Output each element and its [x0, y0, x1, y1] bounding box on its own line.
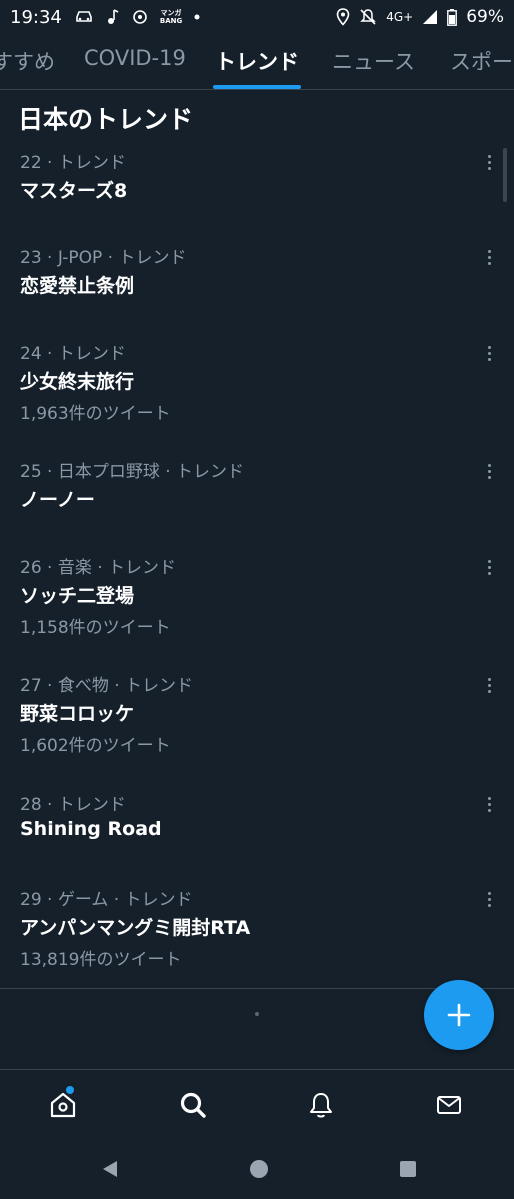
trend-tweet-count: 13,819件のツイート: [20, 950, 182, 970]
music-note-icon: [106, 9, 120, 25]
car-icon: [74, 10, 94, 24]
trend-meta: 25 · 日本プロ野球 · トレンド: [20, 462, 245, 482]
back-icon: [103, 1161, 117, 1177]
trend-item[interactable]: 26 · 音楽 · トレンド ソッチ二登場 1,158件のツイート: [0, 553, 514, 653]
more-options-icon[interactable]: [476, 341, 502, 365]
active-tab-indicator: [213, 85, 301, 89]
manga-badge-line1: マンガ: [160, 9, 182, 17]
trend-meta: 24 · トレンド: [20, 344, 126, 364]
screen: 19:34 マンガ BANG 4G+ 69% すめ COVID-19 トレンド …: [0, 0, 514, 1199]
nav-search[interactable]: [176, 1088, 210, 1122]
trend-tweet-count: 1,602件のツイート: [20, 736, 171, 756]
mail-icon: [437, 1096, 461, 1114]
battery-percent: 69%: [466, 7, 504, 27]
mute-icon: [359, 8, 377, 26]
trend-item[interactable]: 28 · トレンド Shining Road: [0, 790, 514, 870]
back-button[interactable]: [98, 1157, 122, 1181]
tab-news[interactable]: ニュース: [332, 46, 415, 76]
home-icon: [50, 1092, 76, 1118]
notification-dot: [66, 1086, 74, 1094]
status-time: 19:34: [10, 6, 62, 28]
trend-tweet-count: 1,963件のツイート: [20, 404, 171, 424]
explore-tabs: すすめ COVID-19 トレンド ニュース スポー: [0, 34, 514, 90]
trend-item[interactable]: 22 · トレンド マスターズ8: [0, 148, 514, 228]
trend-name: Shining Road: [20, 818, 162, 840]
trend-name: 恋愛禁止条例: [20, 275, 135, 297]
signal-icon: [422, 9, 438, 25]
trend-item[interactable]: 24 · トレンド 少女終末旅行 1,963件のツイート: [0, 339, 514, 439]
nav-messages[interactable]: [432, 1088, 466, 1122]
trend-item[interactable]: 29 · ゲーム · トレンド アンパンマングミ開封RTA 13,819件のツイ…: [0, 885, 514, 985]
nav-notifications[interactable]: [304, 1088, 338, 1122]
trend-name: マスターズ8: [20, 180, 128, 202]
trend-meta: 22 · トレンド: [20, 153, 126, 173]
more-options-icon[interactable]: [476, 792, 502, 816]
tab-recommended[interactable]: すすめ: [0, 46, 55, 76]
trend-meta: 23 · J-POP · トレンド: [20, 248, 187, 268]
search-icon: [180, 1092, 206, 1118]
plus-icon: [447, 1003, 471, 1027]
more-options-icon[interactable]: [476, 459, 502, 483]
loading-indicator: [255, 1012, 259, 1016]
tab-trending[interactable]: トレンド: [215, 46, 299, 76]
more-options-icon[interactable]: [476, 555, 502, 579]
dot-icon: [194, 14, 200, 20]
manga-badge-line2: BANG: [159, 17, 183, 25]
system-home-button[interactable]: [247, 1157, 271, 1181]
trend-item[interactable]: 23 · J-POP · トレンド 恋愛禁止条例: [0, 243, 514, 323]
more-options-icon[interactable]: [476, 150, 502, 174]
trend-meta: 26 · 音楽 · トレンド: [20, 558, 177, 578]
nav-home[interactable]: [46, 1086, 80, 1122]
location-icon: [336, 8, 350, 26]
trend-name: ノーノー: [20, 489, 95, 511]
trend-name: 少女終末旅行: [20, 371, 135, 393]
trend-tweet-count: 1,158件のツイート: [20, 618, 171, 638]
battery-icon: [447, 8, 458, 26]
more-options-icon[interactable]: [476, 673, 502, 697]
manga-bang-icon: マンガ BANG: [160, 9, 182, 25]
trend-meta: 28 · トレンド: [20, 795, 126, 815]
system-navigation: [0, 1139, 514, 1199]
trend-name: 野菜コロッケ: [20, 703, 135, 725]
bottom-navigation: [0, 1069, 514, 1139]
app-icon: [132, 9, 148, 25]
more-options-icon[interactable]: [476, 887, 502, 911]
more-options-icon[interactable]: [476, 245, 502, 269]
tab-covid-19[interactable]: COVID-19: [84, 46, 186, 70]
trend-meta: 27 · 食べ物 · トレンド: [20, 676, 194, 696]
home-circle-icon: [250, 1160, 268, 1178]
trend-item[interactable]: 27 · 食べ物 · トレンド 野菜コロッケ 1,602件のツイート: [0, 671, 514, 771]
trend-meta: 29 · ゲーム · トレンド: [20, 890, 193, 910]
status-right: 4G+ 69%: [336, 7, 504, 27]
network-label: 4G+: [386, 10, 414, 24]
recents-icon: [400, 1161, 416, 1177]
trend-item[interactable]: 25 · 日本プロ野球 · トレンド ノーノー: [0, 457, 514, 537]
recents-button[interactable]: [396, 1157, 420, 1181]
bell-icon: [310, 1093, 332, 1118]
status-left: 19:34 マンガ BANG: [10, 7, 200, 28]
section-title: 日本のトレンド: [18, 105, 194, 134]
tab-sports[interactable]: スポー: [450, 46, 513, 76]
status-bar: 19:34 マンガ BANG 4G+ 69%: [0, 0, 514, 34]
trend-name: ソッチ二登場: [20, 585, 135, 607]
compose-tweet-button[interactable]: [424, 980, 494, 1050]
trend-name: アンパンマングミ開封RTA: [20, 917, 251, 939]
